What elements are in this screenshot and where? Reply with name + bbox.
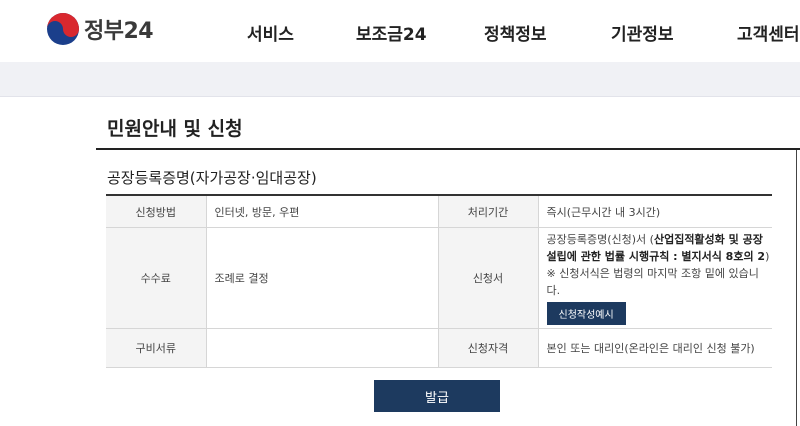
title-divider	[96, 148, 800, 150]
table-row: 신청방법 인터넷, 방문, 우편 처리기간 즉시(근무시간 내 3시간)	[106, 196, 772, 228]
fee-value: 조례로 결정	[205, 227, 438, 329]
table-row: 수수료 조례로 결정 신청서 공장등록증명(신청)서 (산업집적활성화 및 공장…	[106, 227, 773, 329]
form-name-close: )	[765, 250, 770, 263]
logo-text: 정부24	[84, 19, 154, 44]
form-cell: 공장등록증명(신청)서 (산업집적활성화 및 공장설립에 관한 법률 시행규칙 …	[537, 227, 773, 329]
gov24-logo[interactable]: 정부24	[46, 12, 154, 46]
taegeuk-logo-icon	[47, 13, 79, 45]
nav-services[interactable]: 서비스	[247, 20, 294, 45]
period-label: 처리기간	[437, 196, 538, 228]
docs-label: 구비서류	[106, 328, 206, 368]
form-note: ※ 신청서식은 법령의 마지막 조항 밑에 있습니다.	[546, 267, 759, 297]
site-header: 정부24 서비스 보조금24 정책정보 기관정보 고객센터	[0, 0, 800, 62]
nav-policy-info[interactable]: 정책정보	[484, 20, 547, 45]
period-value: 즉시(근무시간 내 3시간)	[537, 196, 772, 228]
sub-nav-bar	[0, 62, 800, 97]
form-description: 공장등록증명(신청)서 (산업집적활성화 및 공장설립에 관한 법률 시행규칙 …	[547, 231, 773, 299]
qualification-label: 신청자격	[437, 328, 538, 368]
table-row: 구비서류 신청자격 본인 또는 대리인(온라인은 대리인 신청 불가)	[106, 328, 772, 368]
form-label: 신청서	[437, 227, 538, 329]
nav-customer-center[interactable]: 고객센터	[737, 20, 800, 45]
qualification-value: 본인 또는 대리인(온라인은 대리인 신청 불가)	[537, 328, 772, 368]
nav-subsidy24[interactable]: 보조금24	[356, 20, 427, 45]
fee-label: 수수료	[106, 227, 206, 329]
application-info-table: 신청방법 인터넷, 방문, 우편 처리기간 즉시(근무시간 내 3시간) 수수료…	[106, 196, 772, 368]
method-value: 인터넷, 방문, 우편	[205, 196, 438, 228]
docs-value	[205, 328, 438, 368]
form-name: 공장등록증명(신청)서 (	[546, 233, 654, 246]
content-right-border	[796, 150, 797, 426]
nav-agency-info[interactable]: 기관정보	[611, 20, 674, 45]
example-form-button[interactable]: 신청작성예시	[546, 302, 626, 325]
method-label: 신청방법	[106, 196, 206, 228]
page-title: 민원안내 및 신청	[107, 118, 243, 140]
section-title: 공장등록증명(자가공장·임대공장)	[107, 169, 317, 187]
issue-button[interactable]: 발급	[374, 380, 500, 412]
